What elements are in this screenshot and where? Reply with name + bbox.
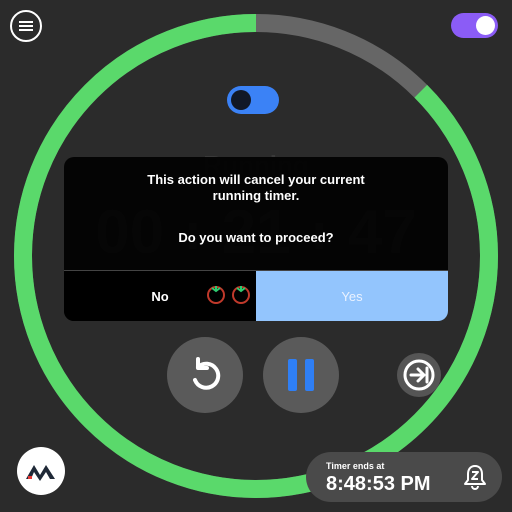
theme-toggle[interactable] bbox=[451, 13, 498, 38]
mode-toggle[interactable] bbox=[227, 86, 279, 114]
toggle-knob bbox=[476, 16, 495, 35]
tomato-icon bbox=[232, 286, 250, 304]
skip-next-icon bbox=[403, 359, 435, 391]
confirm-cancel-dialog: This action will cancel your current run… bbox=[64, 157, 448, 321]
timer-ends-label: Timer ends at bbox=[326, 461, 385, 471]
pause-bar bbox=[288, 359, 297, 391]
no-button[interactable]: No bbox=[64, 271, 256, 321]
pause-icon bbox=[288, 359, 314, 391]
dialog-message: This action will cancel your current run… bbox=[147, 172, 365, 203]
app-logo[interactable] bbox=[17, 447, 65, 495]
timer-screen: Running 00 : 21 : 47 This action will ca… bbox=[0, 0, 512, 512]
skip-button[interactable] bbox=[397, 353, 441, 397]
dialog-button-row: No Yes bbox=[64, 270, 448, 321]
reset-button[interactable] bbox=[167, 337, 243, 413]
hamburger-menu-icon bbox=[19, 21, 33, 31]
undo-icon bbox=[193, 357, 221, 390]
toggle-knob bbox=[231, 90, 251, 110]
session-indicators bbox=[205, 283, 252, 305]
yes-button-label: Yes bbox=[341, 289, 363, 304]
app-logo-icon bbox=[26, 465, 55, 481]
timer-ends-panel: Timer ends at 8:48:53 PM bbox=[306, 452, 502, 502]
no-button-label: No bbox=[151, 289, 169, 304]
pause-button[interactable] bbox=[263, 337, 339, 413]
dialog-question: Do you want to proceed? bbox=[178, 230, 334, 245]
tomato-icon bbox=[207, 286, 225, 304]
snooze-bell-icon[interactable] bbox=[462, 464, 488, 490]
yes-button[interactable]: Yes bbox=[256, 271, 448, 321]
timer-ends-time: 8:48:53 PM bbox=[326, 473, 431, 495]
menu-button[interactable] bbox=[10, 10, 42, 42]
pause-bar bbox=[305, 359, 314, 391]
